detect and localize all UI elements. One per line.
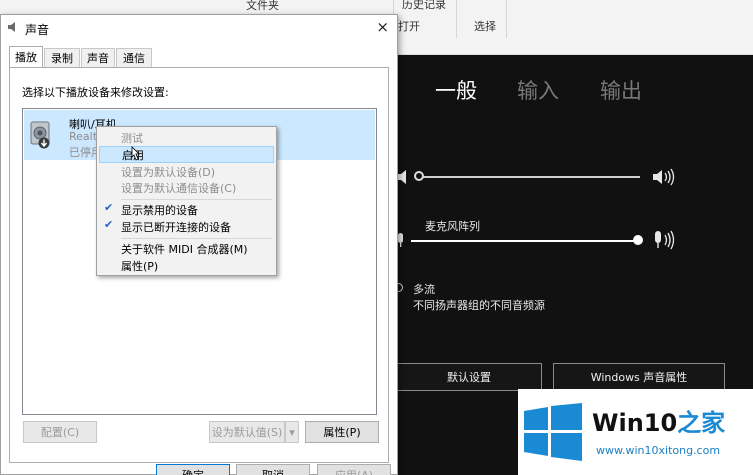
cancel-button[interactable]: 取消: [236, 464, 310, 475]
mouse-cursor-icon: [131, 146, 140, 161]
menu-item-properties[interactable]: 属性(P): [99, 257, 274, 274]
dialog-titlebar[interactable]: 声音 ×: [1, 15, 397, 41]
watermark-brand: Win10之家: [592, 403, 725, 438]
close-icon[interactable]: ×: [376, 18, 389, 36]
instruction-text: 选择以下播放设备来修改设置:: [22, 86, 169, 99]
dialog-title: 声音: [25, 23, 50, 37]
windows-sound-properties-button[interactable]: Windows 声音属性: [553, 363, 725, 391]
output-volume-knob[interactable]: [414, 171, 424, 181]
ribbon-history-label[interactable]: 历史记录: [402, 0, 446, 12]
default-settings-button[interactable]: 默认设置: [397, 363, 542, 391]
menu-item-show-disabled[interactable]: ✔ 显示禁用的设备: [99, 201, 274, 218]
windows-logo-icon: [524, 403, 582, 461]
multistream-label: 多流: [413, 283, 435, 296]
menu-separator: [121, 238, 272, 239]
mic-volume-track[interactable]: [411, 240, 637, 242]
tab-output[interactable]: 输出: [600, 75, 642, 105]
output-volume-track[interactable]: [418, 176, 640, 178]
mic-volume-knob[interactable]: [633, 235, 643, 245]
tab-communications[interactable]: 通信: [116, 48, 152, 67]
set-default-button[interactable]: 设为默认值(S): [209, 421, 285, 443]
checkmark-icon: ✔: [104, 201, 114, 214]
speaker-loud-icon: [653, 168, 675, 186]
menu-item-enable[interactable]: 启用: [99, 146, 274, 163]
speaker-app-icon: [8, 22, 15, 32]
ribbon-open-label[interactable]: 打开: [398, 18, 420, 34]
menu-item-label: 显示禁用的设备: [121, 203, 198, 217]
ribbon-folder-label[interactable]: 文件夹: [246, 0, 279, 13]
device-context-menu: 测试 启用 设置为默认设备(D) 设置为默认通信设备(C) ✔ 显示禁用的设备 …: [96, 126, 277, 276]
menu-item-about-midi[interactable]: 关于软件 MIDI 合成器(M): [99, 240, 274, 257]
apply-button[interactable]: 应用(A): [317, 464, 391, 475]
menu-item-label: 显示已断开连接的设备: [121, 220, 231, 234]
mic-label: 麦克风阵列: [425, 220, 480, 233]
tab-general[interactable]: 一般: [435, 75, 477, 105]
menu-item-set-default-comm-device[interactable]: 设置为默认通信设备(C): [99, 179, 274, 196]
checkmark-icon: ✔: [104, 218, 114, 231]
ribbon-separator: [456, 0, 457, 38]
tab-sounds[interactable]: 声音: [81, 48, 115, 67]
multistream-description: 不同扬声器组的不同音频源: [413, 299, 545, 312]
mic-loud-icon: [655, 230, 675, 250]
ribbon-select-label[interactable]: 选择: [474, 18, 496, 34]
ok-button[interactable]: 确定: [156, 464, 230, 475]
watermark-brand-cn: 之家: [677, 409, 726, 437]
tab-input[interactable]: 输入: [517, 75, 559, 105]
menu-separator: [121, 199, 272, 200]
watermark-url: www.win10xitong.com: [596, 444, 721, 457]
set-default-dropdown[interactable]: ▾: [285, 421, 299, 443]
watermark: Win10之家 www.win10xitong.com: [518, 389, 753, 475]
mic-small-icon: [398, 233, 403, 247]
menu-item-test[interactable]: 测试: [99, 129, 274, 146]
ribbon-separator: [506, 0, 507, 38]
speaker-device-icon: [30, 121, 50, 149]
menu-item-show-disconnected[interactable]: ✔ 显示已断开连接的设备: [99, 218, 274, 235]
tab-playback[interactable]: 播放: [9, 46, 43, 67]
properties-button[interactable]: 属性(P): [305, 421, 379, 443]
tab-recording[interactable]: 录制: [44, 48, 80, 67]
menu-item-set-default-device[interactable]: 设置为默认设备(D): [99, 163, 274, 180]
speaker-mute-icon: [397, 170, 406, 184]
watermark-brand-main: Win10: [592, 409, 678, 437]
configure-button[interactable]: 配置(C): [23, 421, 97, 443]
